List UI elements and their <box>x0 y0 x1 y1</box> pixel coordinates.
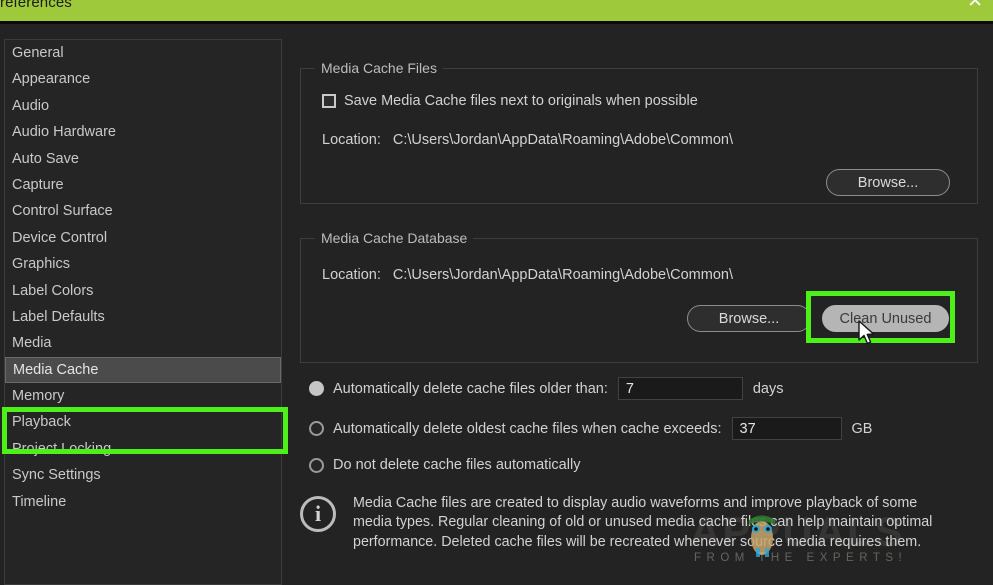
sidebar-item-audio[interactable]: Audio <box>5 93 281 119</box>
media-cache-files-title: Media Cache Files <box>315 60 443 76</box>
save-next-to-originals-label: Save Media Cache files next to originals… <box>344 93 698 109</box>
do-not-delete-row[interactable]: Do not delete cache files automatically <box>309 457 580 473</box>
media-cache-database-location-row: Location: C:\Users\Jordan\AppData\Roamin… <box>322 267 733 283</box>
sidebar-item-general[interactable]: General <box>5 40 281 66</box>
media-cache-files-location-label: Location: <box>322 132 381 148</box>
sidebar-item-graphics[interactable]: Graphics <box>5 251 281 277</box>
media-cache-files-group: Media Cache Files Save Media Cache files… <box>300 68 978 204</box>
auto-delete-older-than-row[interactable]: Automatically delete cache files older t… <box>309 377 784 400</box>
close-icon[interactable]: ✕ <box>967 0 983 12</box>
sidebar-item-control-surface[interactable]: Control Surface <box>5 198 281 224</box>
auto-delete-oldest-label: Automatically delete oldest cache files … <box>333 421 722 437</box>
sidebar-item-device-control[interactable]: Device Control <box>5 225 281 251</box>
do-not-delete-radio[interactable] <box>309 458 324 473</box>
sidebar-item-media-cache[interactable]: Media Cache <box>5 357 281 383</box>
sidebar-item-media[interactable]: Media <box>5 330 281 356</box>
do-not-delete-label: Do not delete cache files automatically <box>333 457 580 473</box>
media-cache-info-text: Media Cache files are created to display… <box>353 494 938 552</box>
media-cache-files-browse-button[interactable]: Browse... <box>826 169 950 196</box>
sidebar-item-label-colors[interactable]: Label Colors <box>5 278 281 304</box>
gb-unit-label: GB <box>852 421 873 437</box>
sidebar-item-sync-settings[interactable]: Sync Settings <box>5 462 281 488</box>
media-cache-database-title: Media Cache Database <box>315 230 473 246</box>
title-bar-divider <box>0 21 993 24</box>
window-title: references <box>0 0 72 11</box>
auto-delete-oldest-row[interactable]: Automatically delete oldest cache files … <box>309 417 872 440</box>
sidebar-item-audio-hardware[interactable]: Audio Hardware <box>5 119 281 145</box>
sidebar-item-project-locking[interactable]: Project Locking <box>5 436 281 462</box>
auto-delete-older-than-radio[interactable] <box>309 381 324 396</box>
media-cache-info-block: i Media Cache files are created to displ… <box>300 494 980 552</box>
info-icon: i <box>300 496 336 532</box>
preferences-category-list[interactable]: GeneralAppearanceAudioAudio HardwareAuto… <box>4 39 282 585</box>
media-cache-database-browse-button[interactable]: Browse... <box>687 305 811 332</box>
save-next-to-originals-checkbox[interactable] <box>322 94 336 108</box>
clean-unused-button[interactable]: Clean Unused <box>822 305 949 332</box>
sidebar-item-auto-save[interactable]: Auto Save <box>5 146 281 172</box>
media-cache-database-location-label: Location: <box>322 267 381 283</box>
sidebar-item-capture[interactable]: Capture <box>5 172 281 198</box>
media-cache-database-location-path: C:\Users\Jordan\AppData\Roaming\Adobe\Co… <box>393 267 733 283</box>
auto-delete-oldest-radio[interactable] <box>309 421 324 436</box>
auto-delete-older-than-label: Automatically delete cache files older t… <box>333 381 608 397</box>
media-cache-files-location-path: C:\Users\Jordan\AppData\Roaming\Adobe\Co… <box>393 132 733 148</box>
days-unit-label: days <box>753 381 784 397</box>
preferences-main-panel: Media Cache Files Save Media Cache files… <box>296 34 986 585</box>
days-input[interactable]: 7 <box>618 377 743 400</box>
save-next-to-originals-checkbox-row[interactable]: Save Media Cache files next to originals… <box>322 93 698 109</box>
gb-input[interactable]: 37 <box>732 417 842 440</box>
window-title-bar: references ✕ <box>0 0 993 21</box>
media-cache-files-location-row: Location: C:\Users\Jordan\AppData\Roamin… <box>322 132 733 148</box>
sidebar-item-memory[interactable]: Memory <box>5 383 281 409</box>
sidebar-item-playback[interactable]: Playback <box>5 409 281 435</box>
sidebar-item-label-defaults[interactable]: Label Defaults <box>5 304 281 330</box>
sidebar-item-appearance[interactable]: Appearance <box>5 66 281 92</box>
preferences-window: references ✕ GeneralAppearanceAudioAudio… <box>0 0 993 585</box>
sidebar-item-timeline[interactable]: Timeline <box>5 489 281 515</box>
media-cache-database-group: Media Cache Database Location: C:\Users\… <box>300 238 978 363</box>
